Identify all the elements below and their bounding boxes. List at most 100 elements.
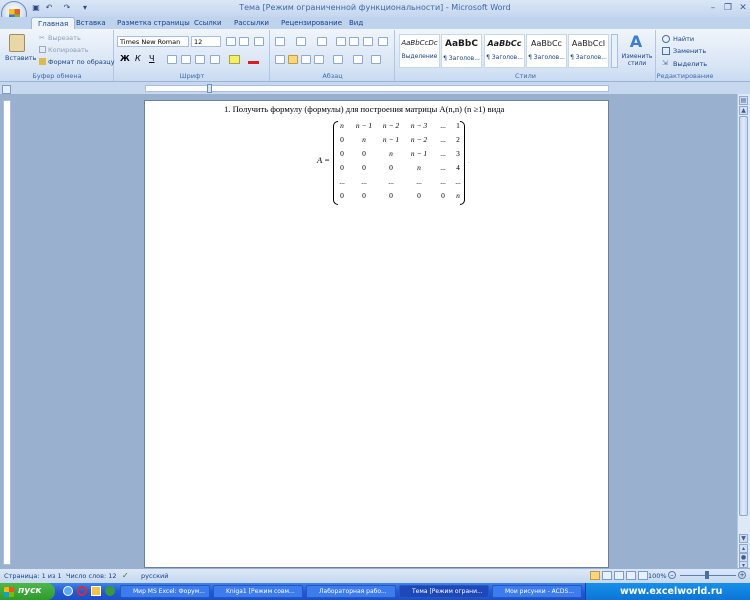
- matrix-cell: 0: [389, 163, 393, 172]
- replace-button[interactable]: Заменить: [673, 46, 706, 56]
- save-icon[interactable]: ▣: [31, 3, 41, 13]
- subscript-icon[interactable]: [181, 55, 191, 64]
- matrix-cell: n: [362, 135, 366, 144]
- matrix-formula[interactable]: A = n n − 1 n − 2 n − 3... 1 0 n n − 1 n − 2... 2…: [317, 121, 467, 205]
- taskbar-item-acdsee[interactable]: Мои рисунки - ACDS...: [492, 585, 582, 598]
- bold-button[interactable]: Ж: [120, 54, 130, 64]
- zoom-out-icon[interactable]: –: [668, 571, 676, 579]
- underline-button[interactable]: Ч: [149, 54, 154, 64]
- word-count[interactable]: Число слов: 12: [66, 572, 117, 580]
- previous-page-icon[interactable]: ▴: [739, 544, 748, 553]
- copy-button[interactable]: Копировать: [48, 45, 89, 55]
- style-preview: AaBbCcI: [571, 39, 606, 48]
- copy-icon: [39, 46, 46, 53]
- clear-format-icon[interactable]: [254, 37, 264, 46]
- matrix-cell: 4: [456, 163, 460, 172]
- windows-logo-icon: [4, 587, 14, 597]
- scroll-up-icon[interactable]: ▲: [739, 106, 748, 115]
- proofing-icon[interactable]: ✓: [122, 571, 132, 580]
- font-family-select[interactable]: Times New Roman: [117, 36, 189, 47]
- italic-button[interactable]: К: [135, 54, 141, 64]
- decrease-indent-icon[interactable]: [336, 37, 346, 46]
- style-name: ¶ Заголов...: [486, 54, 523, 61]
- font-color-icon[interactable]: [248, 55, 259, 64]
- increase-indent-icon[interactable]: [349, 37, 359, 46]
- change-case-icon[interactable]: [210, 55, 220, 64]
- paste-button[interactable]: Вставить: [5, 54, 36, 62]
- zoom-slider-thumb[interactable]: [705, 571, 709, 579]
- qat-customize-icon[interactable]: ▾: [80, 3, 90, 13]
- highlight-icon[interactable]: [229, 55, 240, 64]
- tab-selector-button[interactable]: [2, 85, 11, 94]
- quicklaunch-ie-icon[interactable]: [63, 586, 73, 596]
- ruler-toggle-button[interactable]: ▤: [739, 96, 748, 105]
- outline-icon[interactable]: [626, 571, 636, 580]
- style-emphasis[interactable]: AaBbCcDc Выделение: [399, 34, 440, 68]
- align-left-icon[interactable]: [275, 55, 285, 64]
- format-painter-icon: [39, 58, 46, 65]
- superscript-icon[interactable]: [195, 55, 205, 64]
- matrix-cell: 0: [340, 191, 344, 200]
- vertical-ruler[interactable]: [3, 100, 11, 565]
- horizontal-ruler[interactable]: [145, 85, 609, 92]
- strikethrough-icon[interactable]: [167, 55, 177, 64]
- borders-icon[interactable]: [371, 55, 381, 64]
- sort-icon[interactable]: [363, 37, 373, 46]
- align-center-icon[interactable]: [288, 55, 298, 64]
- matrix-cell: 2: [456, 135, 460, 144]
- taskbar-item-word-active[interactable]: Тема [Режим ограни...: [399, 585, 489, 598]
- shrink-font-icon[interactable]: [239, 37, 249, 46]
- page-count[interactable]: Страница: 1 из 1: [4, 572, 62, 580]
- minimize-button[interactable]: –: [706, 2, 720, 14]
- paste-icon[interactable]: [9, 34, 25, 52]
- zoom-in-icon[interactable]: +: [738, 571, 746, 579]
- taskbar-item-word-lab[interactable]: Лабораторная рабо...: [306, 585, 396, 598]
- web-layout-icon[interactable]: [614, 571, 624, 580]
- taskbar-item-opera[interactable]: Мир MS Excel: Форум...: [120, 585, 210, 598]
- font-size-select[interactable]: 12: [191, 36, 221, 47]
- style-heading-1[interactable]: AaBbC ¶ Заголов...: [441, 34, 482, 68]
- style-heading-4[interactable]: AaBbCcI ¶ Заголов...: [568, 34, 609, 68]
- style-heading-2[interactable]: AaBbCc ¶ Заголов...: [484, 34, 525, 68]
- scroll-thumb[interactable]: [739, 116, 748, 516]
- format-painter-button[interactable]: Формат по образцу: [48, 57, 115, 67]
- numbering-icon[interactable]: [296, 37, 306, 46]
- styles-scroll[interactable]: [611, 34, 618, 68]
- shading-icon[interactable]: [353, 55, 363, 64]
- draft-icon[interactable]: [638, 571, 648, 580]
- clipboard-group-label: Буфер обмена: [32, 72, 82, 80]
- zoom-level[interactable]: 100%: [648, 572, 667, 580]
- cut-button[interactable]: Вырезать: [48, 33, 81, 43]
- full-screen-reading-icon[interactable]: [602, 571, 612, 580]
- show-formatting-icon[interactable]: [378, 37, 388, 46]
- scroll-down-icon[interactable]: ▼: [739, 534, 748, 543]
- indent-marker[interactable]: [207, 84, 212, 93]
- grow-font-icon[interactable]: [226, 37, 236, 46]
- restore-button[interactable]: ❐: [721, 2, 735, 14]
- language-indicator[interactable]: русский: [141, 572, 169, 580]
- print-layout-icon[interactable]: [590, 571, 600, 580]
- matrix-cell: n − 2: [410, 135, 428, 144]
- multilevel-list-icon[interactable]: [317, 37, 327, 46]
- quicklaunch-app-icon[interactable]: [105, 586, 115, 596]
- matrix-cell: 0: [362, 191, 366, 200]
- justify-icon[interactable]: [314, 55, 324, 64]
- select-button[interactable]: Выделить: [673, 59, 707, 69]
- matrix-cell: n − 1: [355, 121, 373, 130]
- style-heading-3[interactable]: AaBbCc ¶ Заголов...: [526, 34, 567, 68]
- undo-icon[interactable]: ↶: [44, 3, 54, 13]
- find-button[interactable]: Найти: [673, 34, 694, 44]
- redo-icon[interactable]: ↷: [62, 3, 72, 13]
- matrix-cell: 0: [340, 149, 344, 158]
- taskbar-item-excel[interactable]: Kniga1 [Режим совм...: [213, 585, 303, 598]
- quicklaunch-opera-icon[interactable]: [77, 586, 87, 596]
- bullets-icon[interactable]: [275, 37, 285, 46]
- change-styles-button[interactable]: Изменить стили: [619, 53, 655, 67]
- quicklaunch-folder-icon[interactable]: [91, 586, 101, 596]
- line-spacing-icon[interactable]: [333, 55, 343, 64]
- close-button[interactable]: ✕: [736, 2, 750, 14]
- next-page-icon[interactable]: ▾: [739, 561, 748, 569]
- matrix-cell: ...: [455, 177, 461, 186]
- align-right-icon[interactable]: [301, 55, 311, 64]
- change-styles-icon[interactable]: A: [626, 33, 646, 51]
